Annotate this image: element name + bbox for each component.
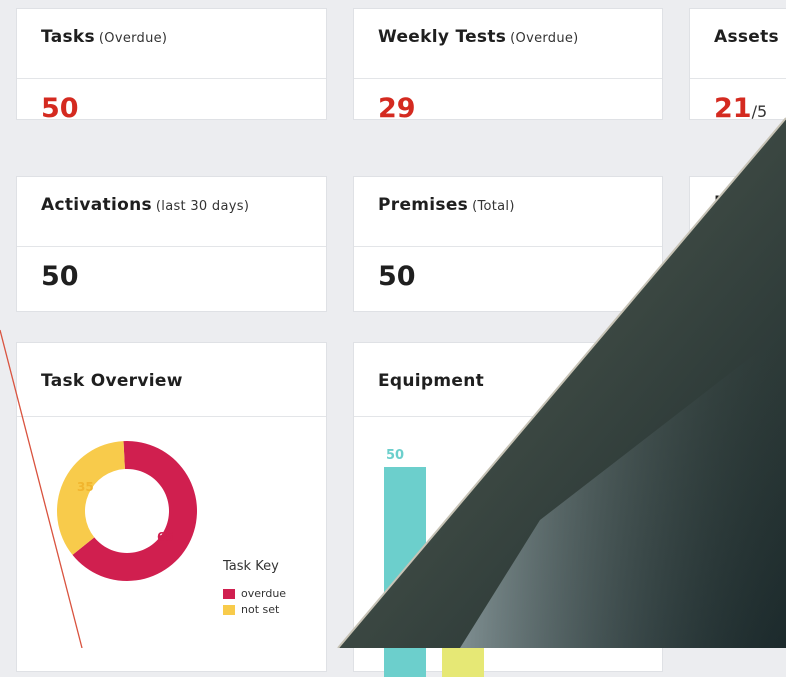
task-overview-card[interactable]: Task Overview 65 35 Task Key overdue not … bbox=[16, 342, 327, 672]
donut-label-overdue: 65 bbox=[157, 530, 174, 544]
weekly-tests-card-header: Weekly Tests (Overdue) bbox=[354, 9, 662, 79]
task-key-title: Task Key bbox=[223, 559, 279, 574]
weekly-tests-card-value: 29 bbox=[378, 93, 416, 124]
tasks-card[interactable]: Tasks (Overdue) 50 bbox=[16, 8, 327, 124]
weekly-tests-card[interactable]: Weekly Tests (Overdue) 29 bbox=[353, 8, 663, 124]
assets-card[interactable]: Assets 21/5 bbox=[689, 8, 786, 124]
legend-label-not-set: not set bbox=[241, 603, 280, 616]
not-set-swatch bbox=[223, 604, 235, 615]
activations-card-value: 50 bbox=[41, 261, 79, 292]
assets-card-header: Assets bbox=[690, 9, 786, 79]
last-card-box bbox=[692, 247, 734, 274]
last-card-header: Last bbox=[690, 177, 786, 247]
overdue-swatch bbox=[223, 588, 235, 599]
assets-card-suffix: /5 bbox=[751, 102, 768, 121]
activations-card-title: Activations bbox=[41, 195, 152, 215]
donut-label-not-set: 35 bbox=[77, 480, 94, 494]
equipment-bar-0 bbox=[384, 467, 426, 677]
weekly-tests-card-title: Weekly Tests bbox=[378, 27, 507, 47]
activations-card-header: Activations (last 30 days) bbox=[17, 177, 326, 247]
activations-card[interactable]: Activations (last 30 days) 50 bbox=[16, 176, 327, 312]
legend-item-overdue: overdue bbox=[223, 587, 286, 600]
tasks-card-header: Tasks (Overdue) bbox=[17, 9, 326, 79]
last-card[interactable]: Last bbox=[689, 176, 786, 312]
task-overview-card-header: Task Overview bbox=[17, 343, 326, 417]
activations-card-subtitle: (last 30 days) bbox=[155, 199, 250, 214]
donut-slice-not-set bbox=[57, 441, 125, 555]
equipment-card-header: Equipment bbox=[354, 343, 662, 417]
legend-label-overdue: overdue bbox=[241, 587, 287, 600]
equipment-bar-label-0: 50 bbox=[386, 448, 404, 463]
tasks-card-value: 50 bbox=[41, 93, 79, 124]
premises-card-value: 50 bbox=[378, 261, 416, 292]
equipment-bar-chart: 50 32 bbox=[384, 448, 484, 677]
legend-item-not-set: not set bbox=[223, 603, 279, 616]
assets-card-value: 21 bbox=[714, 93, 752, 124]
equipment-bar-label-1: 32 bbox=[444, 524, 462, 539]
premises-card[interactable]: Premises (Total) 50 bbox=[353, 176, 663, 312]
premises-card-header: Premises (Total) bbox=[354, 177, 662, 247]
task-overview-card-title: Task Overview bbox=[41, 371, 183, 391]
assets-card-value-wrap: 21/5 bbox=[690, 79, 786, 124]
equipment-bar-1 bbox=[442, 542, 484, 677]
premises-card-title: Premises bbox=[378, 195, 469, 215]
tasks-card-title: Tasks bbox=[41, 27, 95, 47]
assets-card-title: Assets bbox=[714, 27, 779, 47]
tasks-card-subtitle: (Overdue) bbox=[98, 31, 168, 46]
last-card-title: Last bbox=[714, 193, 756, 213]
equipment-card-title: Equipment bbox=[378, 371, 485, 391]
premises-card-subtitle: (Total) bbox=[472, 199, 515, 214]
equipment-card[interactable]: Equipment 50 32 bbox=[353, 342, 663, 677]
weekly-tests-card-subtitle: (Overdue) bbox=[510, 31, 579, 46]
task-overview-donut: 65 35 bbox=[57, 441, 198, 581]
